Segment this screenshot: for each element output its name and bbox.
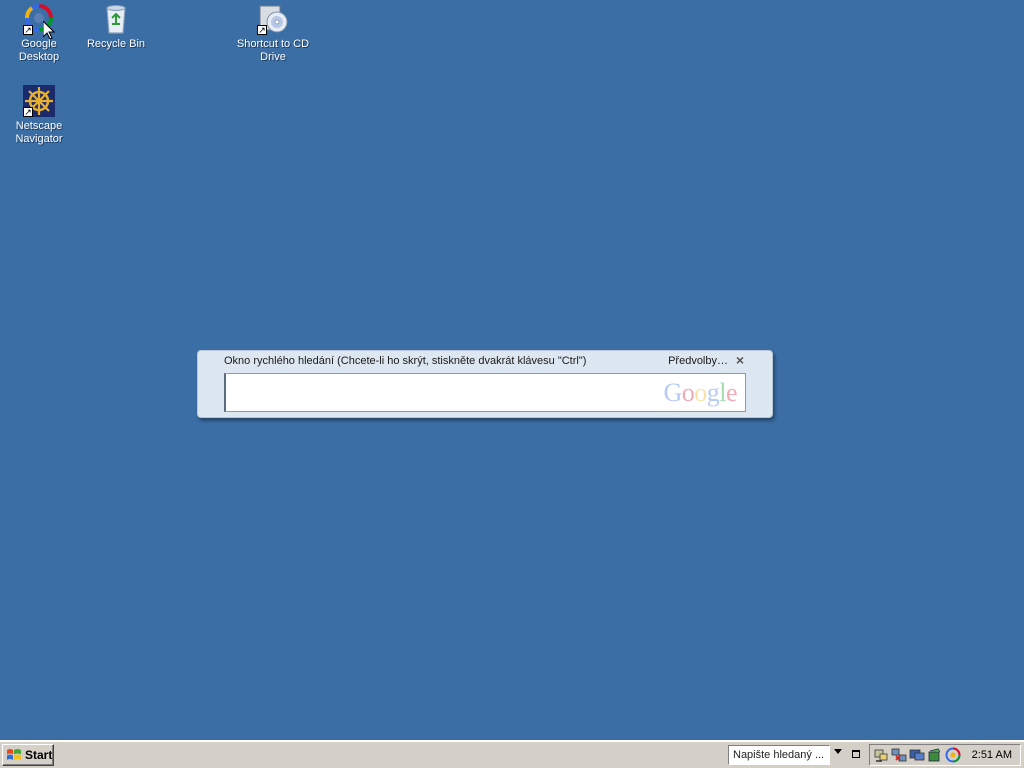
chevron-down-icon[interactable] (834, 749, 842, 754)
clock: 2:51 AM (971, 749, 1012, 761)
shortcut-arrow-icon: ↗ (23, 25, 33, 35)
restore-icon[interactable] (852, 750, 860, 758)
taskbar: Start Napište hledaný ... 2:51 AM (0, 740, 1024, 768)
shortcut-arrow-icon: ↗ (23, 107, 33, 117)
deskbar-search-input[interactable]: Napište hledaný ... (728, 745, 830, 765)
desktop: ↗ Google Desktop Recycle Bin ↗ Shortcut … (0, 0, 1024, 740)
google-desktop-icon: ↗ (22, 2, 56, 36)
network-status-icon[interactable] (891, 747, 907, 763)
start-button[interactable]: Start (2, 744, 54, 766)
preferences-link[interactable]: Předvolby… (668, 355, 728, 367)
quick-search-box: Okno rychlého hledání (Chcete-li ho skrý… (197, 350, 773, 418)
desktop-icon-label: Shortcut to CD Drive (236, 38, 310, 63)
quick-search-title: Okno rychlého hledání (Chcete-li ho skrý… (224, 355, 587, 367)
display-icon[interactable] (909, 747, 925, 763)
quick-search-field[interactable]: Google (224, 373, 746, 412)
quick-search-input[interactable] (226, 374, 745, 411)
recycle-bin-icon (99, 2, 133, 36)
cd-drive-icon: ↗ (256, 2, 290, 36)
desktop-icon-recycle-bin[interactable]: Recycle Bin (78, 2, 154, 51)
desktop-icon-cd-drive[interactable]: ↗ Shortcut to CD Drive (235, 2, 311, 64)
close-icon[interactable]: × (736, 353, 744, 367)
google-desktop-tray-icon[interactable] (945, 747, 961, 763)
recycle-tray-icon[interactable] (927, 747, 943, 763)
desktop-icon-netscape[interactable]: ↗ Netscape Navigator (1, 84, 77, 146)
desktop-icon-google-desktop[interactable]: ↗ Google Desktop (1, 2, 77, 64)
start-label: Start (25, 748, 53, 762)
network-icon[interactable] (873, 747, 889, 763)
shortcut-arrow-icon: ↗ (257, 25, 267, 35)
desktop-icon-label: Netscape Navigator (15, 120, 63, 145)
desktop-icon-label: Google Desktop (18, 38, 60, 63)
system-tray: 2:51 AM (869, 744, 1021, 766)
windows-logo-icon (7, 749, 21, 760)
netscape-icon: ↗ (22, 84, 56, 118)
desktop-icon-label: Recycle Bin (86, 38, 146, 50)
